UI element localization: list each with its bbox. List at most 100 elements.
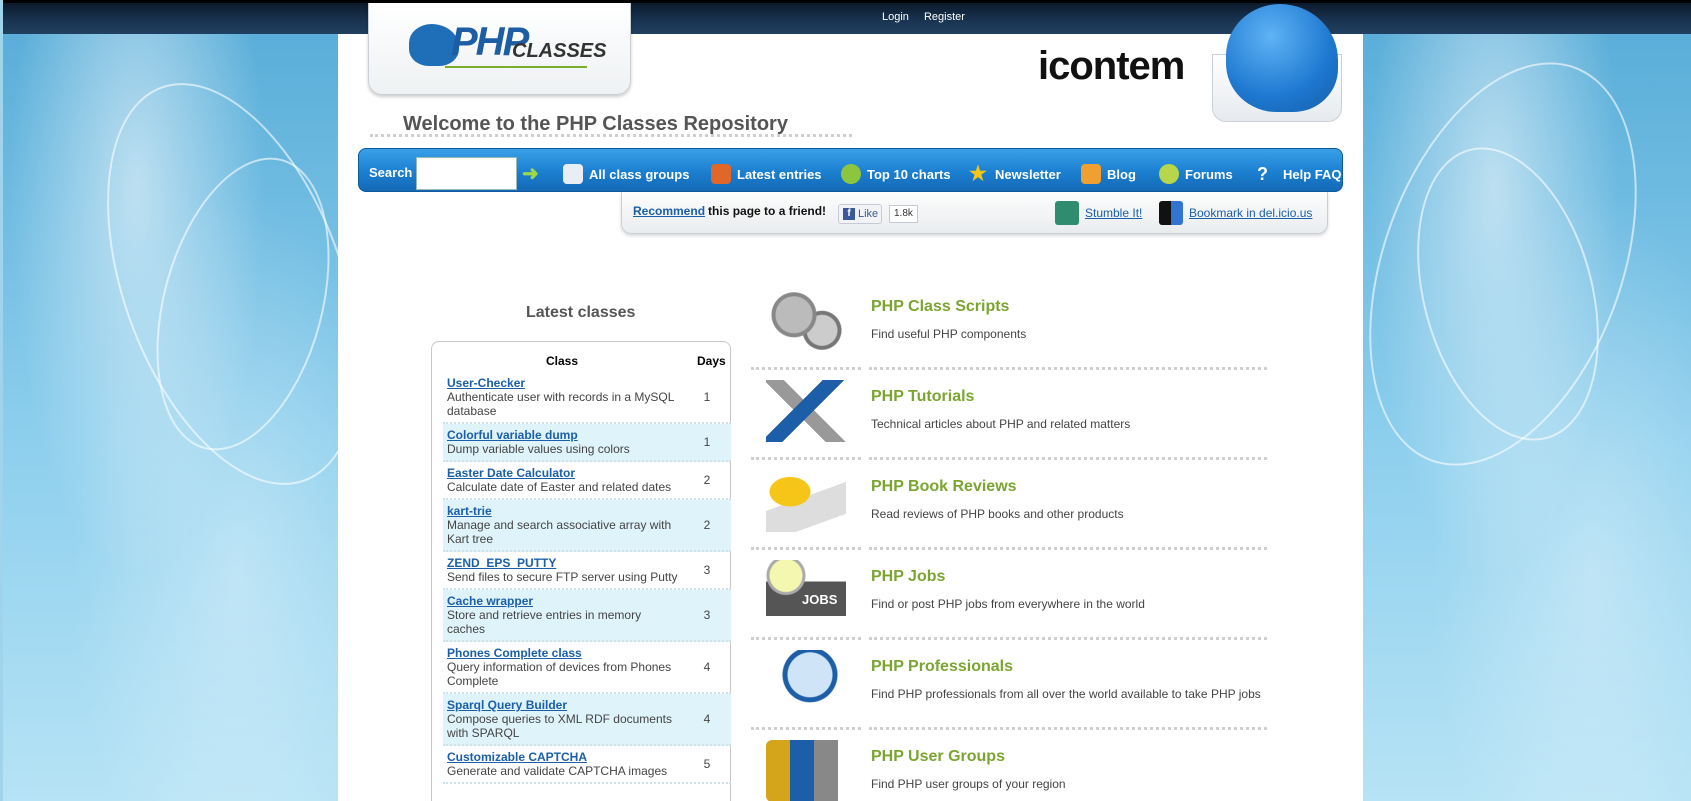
like-count: 1.8k <box>889 205 918 223</box>
class-days: 4 <box>703 660 711 674</box>
blog-icon <box>1081 164 1101 184</box>
class-description: Calculate date of Easter and related dat… <box>447 480 672 494</box>
feature-item: PHP User Groups Find PHP user groups of y… <box>751 734 1271 801</box>
divider <box>869 637 1267 640</box>
sponsor-logo[interactable]: icontem <box>1038 44 1185 89</box>
feature-description: Find useful PHP components <box>871 327 1027 341</box>
nav-all-class-groups[interactable]: All class groups <box>563 164 689 184</box>
class-description: Query information of devices from Phones… <box>447 660 672 688</box>
people-icon[interactable] <box>766 740 846 801</box>
feature-title-link[interactable]: PHP Professionals <box>871 658 1013 676</box>
latest-classes-title: Latest classes <box>526 304 636 321</box>
feature-title-link[interactable]: PHP Tutorials <box>871 388 974 406</box>
login-link[interactable]: Login <box>882 11 909 23</box>
top-bar: Login Register <box>3 0 1691 34</box>
class-description: Generate and validate CAPTCHA images <box>447 764 668 778</box>
class-name-link[interactable]: Cache wrapper <box>447 594 679 608</box>
feature-title-link[interactable]: PHP User Groups <box>871 748 1005 766</box>
recommend-link[interactable]: Recommend <box>633 204 705 218</box>
question-icon: ? <box>1257 164 1268 184</box>
feature-description: Find PHP user groups of your region <box>871 777 1066 791</box>
table-row: Phones Complete class Query information o… <box>443 642 731 694</box>
feature-title-link[interactable]: PHP Book Reviews <box>871 478 1017 496</box>
table-row: ZEND_EPS_PUTTY Send files to secure FTP s… <box>443 552 731 590</box>
table-row: Customizable CAPTCHA Generate and validat… <box>443 746 731 784</box>
forums-icon <box>1159 164 1179 184</box>
share-bar: Recommend this page to a friend! f Like 1… <box>621 192 1328 234</box>
column-days: Days <box>697 354 726 368</box>
table-row: User-Checker Authenticate user with recor… <box>443 372 731 424</box>
search-label: Search <box>369 165 413 180</box>
feature-item: PHP Class Scripts Find useful PHP compone… <box>751 284 1271 374</box>
stumble-share[interactable]: Stumble It! <box>1055 201 1142 225</box>
divider <box>869 727 1267 730</box>
tools-icon[interactable] <box>766 380 846 442</box>
facebook-icon: f <box>843 208 855 220</box>
book-icon[interactable] <box>766 470 846 532</box>
feature-description: Technical articles about PHP and related… <box>871 417 1131 431</box>
search-input[interactable] <box>416 157 517 190</box>
stumble-link[interactable]: Stumble It! <box>1085 206 1142 220</box>
class-name-link[interactable]: kart-trie <box>447 504 679 518</box>
class-days: 3 <box>703 608 711 622</box>
background-right <box>1318 25 1691 801</box>
feature-item: PHP Book Reviews Read reviews of PHP book… <box>751 464 1271 554</box>
rss-icon <box>711 164 731 184</box>
nav-forums[interactable]: Forums <box>1159 164 1233 184</box>
class-description: Send files to secure FTP server using Pu… <box>447 570 678 584</box>
nav-latest-entries[interactable]: Latest entries <box>711 164 822 184</box>
class-days: 1 <box>703 390 711 404</box>
class-name-link[interactable]: Sparql Query Builder <box>447 698 679 712</box>
table-row: Sparql Query Builder Compose queries to X… <box>443 694 731 746</box>
recommend-text: Recommend this page to a friend! <box>633 204 827 218</box>
feature-title-link[interactable]: PHP Class Scripts <box>871 298 1009 316</box>
delicious-icon <box>1159 201 1183 225</box>
magnifier-icon[interactable] <box>766 650 846 712</box>
feature-item: PHP Professionals Find PHP professionals … <box>751 644 1271 734</box>
class-name-link[interactable]: ZEND_EPS_PUTTY <box>447 556 679 570</box>
class-name-link[interactable]: Customizable CAPTCHA <box>447 750 679 764</box>
delicious-share[interactable]: Bookmark in del.icio.us <box>1159 201 1312 225</box>
class-days: 1 <box>703 435 711 449</box>
top10-icon <box>841 164 861 184</box>
table-row: Colorful variable dump Dump variable valu… <box>443 424 731 462</box>
stumbleupon-icon <box>1055 201 1079 225</box>
latest-classes-table: Class Days User-Checker Authenticate user… <box>431 341 731 801</box>
divider <box>869 547 1267 550</box>
main-navbar: Search ➜ All class groups Latest entries… <box>358 148 1343 192</box>
mascot-elephant-icon <box>1212 4 1342 122</box>
class-name-link[interactable]: Phones Complete class <box>447 646 679 660</box>
feature-description: Find PHP professionals from all over the… <box>871 687 1261 701</box>
gears-icon[interactable] <box>766 290 846 352</box>
divider <box>869 457 1267 460</box>
table-row: Cache wrapper Store and retrieve entries … <box>443 590 731 642</box>
background-left <box>3 34 409 801</box>
divider <box>751 637 861 640</box>
table-row: Easter Date Calculator Calculate date of … <box>443 462 731 500</box>
class-name-link[interactable]: Colorful variable dump <box>447 428 679 442</box>
divider <box>751 457 861 460</box>
nav-help-faq[interactable]: ? Help FAQ <box>1257 164 1342 184</box>
class-days: 5 <box>703 757 711 771</box>
class-name-link[interactable]: User-Checker <box>447 376 679 390</box>
delicious-link[interactable]: Bookmark in del.icio.us <box>1189 206 1312 220</box>
groups-icon <box>563 164 583 184</box>
facebook-like-button[interactable]: f Like <box>838 204 882 224</box>
feature-description: Find or post PHP jobs from everywhere in… <box>871 597 1145 611</box>
page-title: Welcome to the PHP Classes Repository <box>403 113 788 135</box>
class-description: Compose queries to XML RDF documents wit… <box>447 712 672 740</box>
feature-item: JOBS PHP Jobs Find or post PHP jobs from e… <box>751 554 1271 644</box>
nav-top-10-charts[interactable]: Top 10 charts <box>841 164 951 184</box>
feature-description: Read reviews of PHP books and other prod… <box>871 507 1124 521</box>
nav-newsletter[interactable]: ★ Newsletter <box>969 164 1061 184</box>
logo-underline <box>445 66 587 68</box>
class-days: 2 <box>703 518 711 532</box>
register-link[interactable]: Register <box>924 11 965 23</box>
class-name-link[interactable]: Easter Date Calculator <box>447 466 679 480</box>
column-class: Class <box>545 354 579 368</box>
nav-blog[interactable]: Blog <box>1081 164 1136 184</box>
feature-title-link[interactable]: PHP Jobs <box>871 568 945 586</box>
logo-classes-text: CLASSES <box>512 40 607 62</box>
search-go-icon[interactable]: ➜ <box>522 161 546 185</box>
jobs-icon[interactable]: JOBS <box>766 560 846 622</box>
